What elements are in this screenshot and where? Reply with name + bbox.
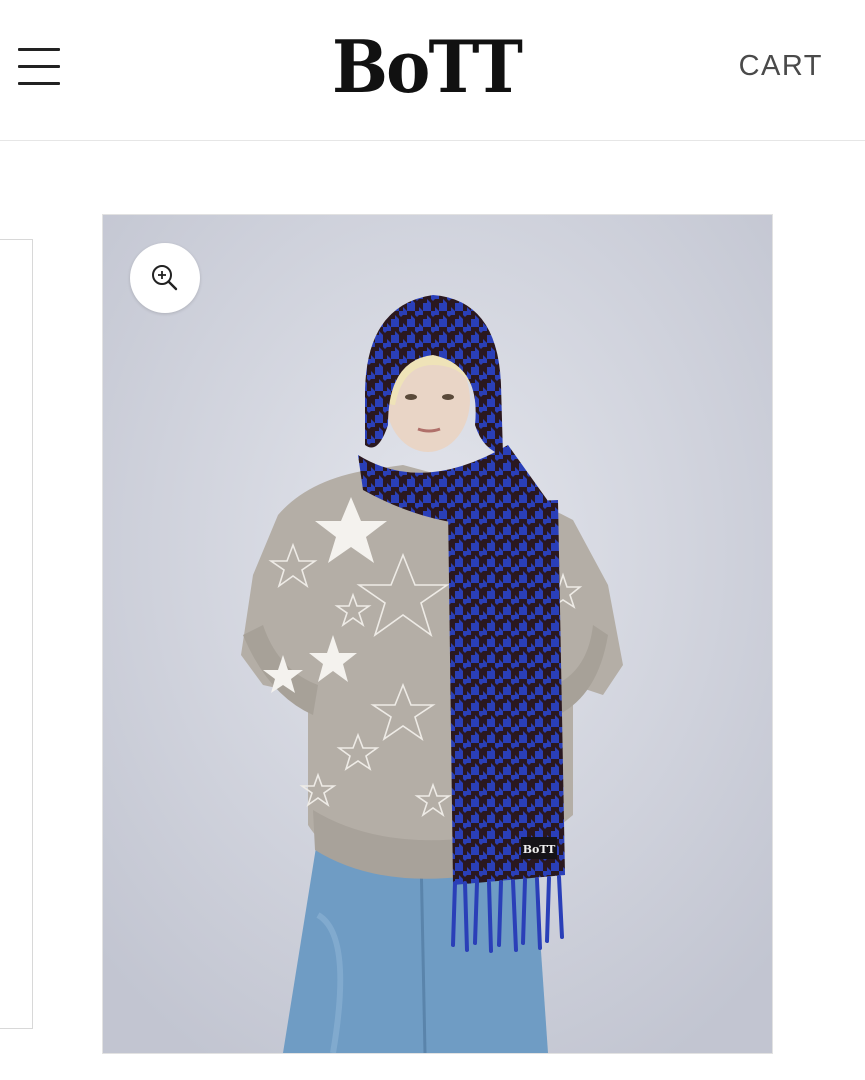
product-photo: BoTT <box>103 215 772 1053</box>
zoom-in-icon <box>152 265 178 291</box>
product-image[interactable]: BoTT <box>102 214 773 1054</box>
cart-link[interactable]: CART <box>739 50 823 83</box>
scarf-label: BoTT <box>523 843 556 856</box>
previous-image-panel[interactable] <box>0 239 33 1029</box>
site-header: BoTT CART <box>0 0 865 141</box>
zoom-button[interactable] <box>130 243 200 313</box>
hamburger-menu-button[interactable] <box>18 46 62 88</box>
brand-logo[interactable]: BoTT <box>332 24 525 110</box>
